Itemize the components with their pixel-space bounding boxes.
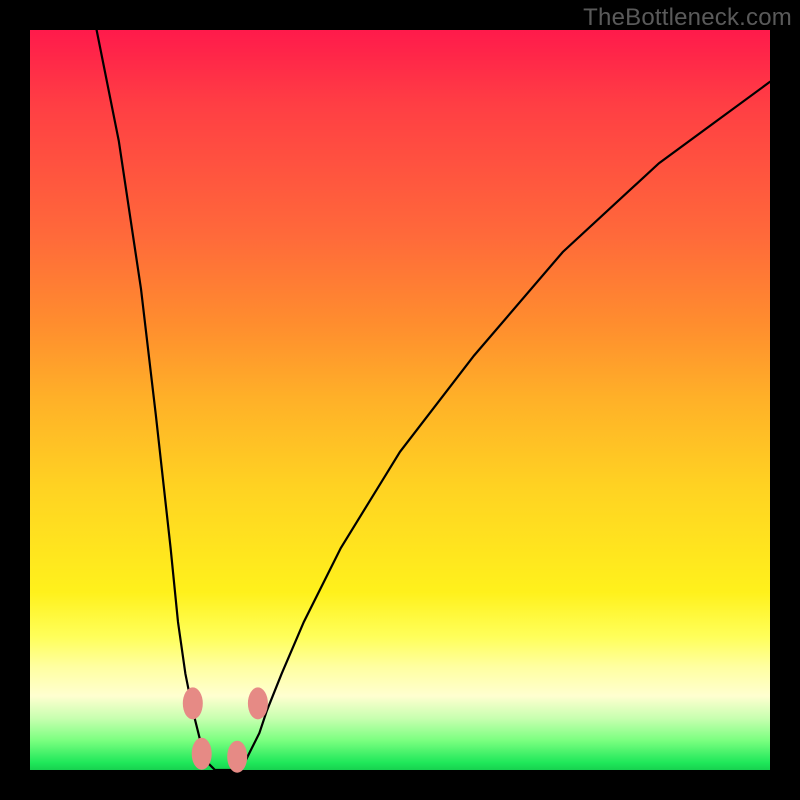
marker-right-upper [248, 687, 268, 719]
chart-plot-area [30, 30, 770, 770]
marker-right-lower [227, 741, 247, 773]
chart-svg [30, 30, 770, 770]
watermark-text: TheBottleneck.com [583, 4, 792, 32]
marker-group [183, 687, 268, 772]
chart-frame: TheBottleneck.com [0, 0, 800, 800]
marker-left-lower [192, 738, 212, 770]
marker-left-upper [183, 687, 203, 719]
bottleneck-curve [97, 30, 770, 770]
